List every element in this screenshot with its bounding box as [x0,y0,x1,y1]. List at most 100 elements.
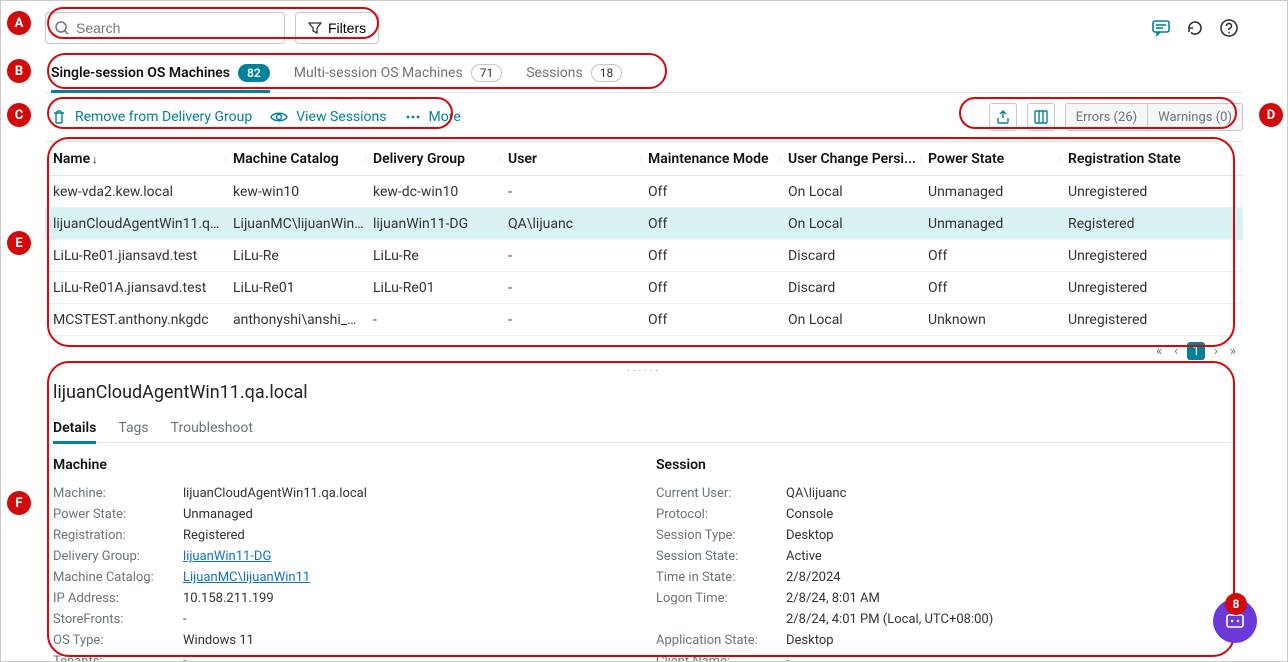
tab-single-session[interactable]: Single-session OS Machines 82 [51,53,270,92]
detail-value: Registered [183,528,245,543]
detail-value: - [183,654,187,661]
detail-row: 2/8/24, 4:01 PM (Local, UTC+08:00) [656,609,1235,630]
col-name[interactable]: Name↓ [45,151,225,167]
notification-badge: 8 [1225,593,1247,615]
col-maint[interactable]: Maintenance Mode [640,151,780,167]
resize-handle[interactable]: ······ [45,366,1243,376]
columns-button[interactable] [1027,103,1055,131]
machine-section: Machine Machine:lijuanCloudAgentWin11.qa… [53,457,632,661]
tab-count: 71 [471,64,503,82]
detail-label: Power State: [53,507,183,522]
col-dg[interactable]: Delivery Group [365,151,500,167]
detail-label: Session Type: [656,528,786,543]
columns-icon [1033,109,1049,125]
export-button[interactable] [989,103,1017,131]
detail-label: StoreFronts: [53,612,183,627]
detail-label: OS Type: [53,633,183,648]
cell-power: Unmanaged [920,184,1060,200]
trash-icon [51,109,67,125]
col-user[interactable]: User [500,151,640,167]
detail-tab-details[interactable]: Details [53,420,96,436]
view-sessions-button[interactable]: View Sessions [270,109,386,125]
pager-prev[interactable]: ‹ [1171,344,1181,359]
chat-icon[interactable] [1151,18,1171,38]
cell-power: Off [920,248,1060,264]
search-input[interactable] [76,20,276,36]
detail-row: Registration:Registered [53,525,632,546]
table-row[interactable]: lijuanCloudAgentWin11.qa.lo...LijuanMC\l… [45,208,1243,240]
cell-maint: Off [640,248,780,264]
cell-user: - [500,312,640,328]
cell-name: kew-vda2.kew.local [45,184,225,200]
dots-icon [405,109,421,125]
cell-catalog: LiLu-Re [225,248,365,264]
tab-label: Multi-session OS Machines [294,65,463,81]
detail-value: Desktop [786,528,834,543]
export-icon [995,109,1011,125]
cell-power: Unmanaged [920,216,1060,232]
col-persist[interactable]: User Change Persi... [780,151,920,167]
help-icon[interactable] [1219,18,1239,38]
table-row[interactable]: LiLu-Re01A.jiansavd.testLiLu-Re01LiLu-Re… [45,272,1243,304]
table-row[interactable]: kew-vda2.kew.localkew-win10kew-dc-win10-… [45,176,1243,208]
detail-value: Unmanaged [183,507,253,522]
cell-reg: Unregistered [1060,184,1200,200]
detail-row: OS Type:Windows 11 [53,630,632,651]
errors-segment[interactable]: Errors (26) [1065,103,1148,131]
detail-tab-troubleshoot[interactable]: Troubleshoot [171,420,253,436]
detail-value[interactable]: LijuanMC\lijuanWin11 [183,570,310,585]
detail-label: Machine Catalog: [53,570,183,585]
detail-row: Client Name:- [656,651,1235,661]
detail-value: lijuanCloudAgentWin11.qa.local [183,486,367,501]
cell-catalog: kew-win10 [225,184,365,200]
warnings-segment[interactable]: Warnings (0) [1147,103,1243,131]
cell-name: lijuanCloudAgentWin11.qa.lo... [45,216,225,232]
detail-value[interactable]: lijuanWin11-DG [183,549,271,564]
cell-name: MCSTEST.anthony.nkgdc [45,312,225,328]
tab-sessions[interactable]: Sessions 18 [526,53,622,92]
annotation-marker: D [1259,103,1283,127]
detail-value: - [183,612,187,627]
col-catalog[interactable]: Machine Catalog [225,151,365,167]
main-tabs: Single-session OS Machines 82 Multi-sess… [45,53,1243,93]
cell-power: Unknown [920,312,1060,328]
cell-reg: Registered [1060,216,1200,232]
detail-label: Time in State: [656,570,786,585]
pager-next[interactable]: › [1211,344,1221,359]
detail-tab-tags[interactable]: Tags [118,420,148,436]
remove-from-dg-button[interactable]: Remove from Delivery Group [51,109,252,125]
session-section: Session Current User:QA\lijuancProtocol:… [656,457,1235,661]
detail-row: Power State:Unmanaged [53,504,632,525]
detail-label: Logon Time: [656,591,786,606]
annotation-marker: A [7,11,31,35]
pager: « ‹ 1 › » [45,336,1243,366]
annotation-marker: C [7,103,31,127]
col-power[interactable]: Power State [920,151,1060,167]
cell-dg: lijuanWin11-DG [365,216,500,232]
pager-first[interactable]: « [1153,344,1165,359]
detail-value: 10.158.211.199 [183,591,274,606]
detail-label: Session State: [656,549,786,564]
detail-row: StoreFronts:- [53,609,632,630]
search-input-wrap[interactable] [45,12,285,44]
table-row[interactable]: MCSTEST.anthony.nkgdcanthonyshi\anshi_m.… [45,304,1243,336]
cell-persist: Discard [780,280,920,296]
col-reg[interactable]: Registration State [1060,151,1200,167]
detail-label: Application State: [656,633,786,648]
detail-label: Delivery Group: [53,549,183,564]
status-filter: Errors (26) Warnings (0) [1065,103,1243,131]
tab-multi-session[interactable]: Multi-session OS Machines 71 [294,53,502,92]
annotation-marker: F [7,491,31,515]
cell-reg: Unregistered [1060,248,1200,264]
table-row[interactable]: LiLu-Re01.jiansavd.testLiLu-ReLiLu-Re-Of… [45,240,1243,272]
more-button[interactable]: More [405,109,461,125]
detail-value: QA\lijuanc [786,486,846,501]
session-heading: Session [656,457,1235,473]
table-header: Name↓ Machine Catalog Delivery Group Use… [45,142,1243,176]
annotation-marker: B [7,59,31,83]
refresh-icon[interactable] [1185,18,1205,38]
filters-button[interactable]: Filters [295,12,379,44]
cell-name: LiLu-Re01.jiansavd.test [45,248,225,264]
tab-count: 18 [591,64,623,82]
pager-last[interactable]: » [1227,344,1239,359]
